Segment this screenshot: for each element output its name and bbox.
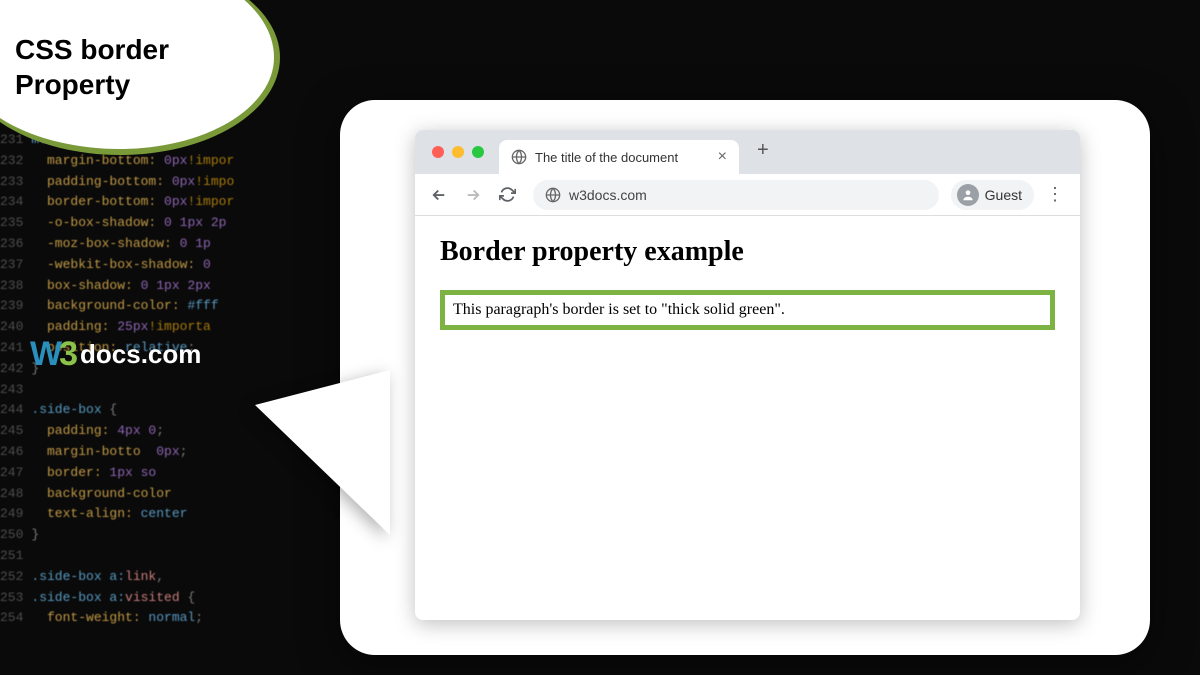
menu-button[interactable]: ⋮ [1040, 184, 1070, 205]
back-button[interactable] [425, 181, 453, 209]
page-heading: Border property example [440, 236, 1055, 268]
close-icon[interactable] [432, 146, 444, 158]
user-icon [957, 184, 979, 206]
browser-card: The title of the document × + w3docs.com [340, 100, 1150, 655]
tab-close-icon[interactable]: × [718, 148, 727, 166]
globe-icon [511, 149, 527, 165]
browser-toolbar: w3docs.com Guest ⋮ [415, 174, 1080, 216]
forward-button[interactable] [459, 181, 487, 209]
logo-w: W [30, 335, 61, 374]
title-line-1: CSS border [15, 34, 169, 65]
tab-title: The title of the document [535, 150, 710, 165]
browser-tab-strip: The title of the document × + [415, 130, 1080, 174]
browser-window: The title of the document × + w3docs.com [415, 130, 1080, 620]
w3docs-logo: W 3 docs.com [30, 335, 201, 374]
address-bar[interactable]: w3docs.com [533, 180, 939, 210]
slide-title: CSS border Property [15, 32, 169, 102]
minimize-icon[interactable] [452, 146, 464, 158]
url-text: w3docs.com [569, 187, 647, 203]
new-tab-icon[interactable]: + [757, 139, 769, 166]
maximize-icon[interactable] [472, 146, 484, 158]
globe-icon [545, 187, 561, 203]
logo-text: docs.com [80, 339, 201, 370]
speech-tail [255, 370, 390, 535]
demo-paragraph: This paragraph's border is set to "thick… [440, 290, 1055, 330]
window-controls [432, 146, 484, 158]
guest-label: Guest [985, 187, 1022, 203]
reload-button[interactable] [493, 181, 521, 209]
browser-tab[interactable]: The title of the document × [499, 140, 739, 174]
rendered-page: Border property example This paragraph's… [415, 216, 1080, 350]
title-line-2: Property [15, 69, 130, 100]
profile-button[interactable]: Guest [951, 180, 1034, 210]
logo-3: 3 [59, 335, 78, 374]
